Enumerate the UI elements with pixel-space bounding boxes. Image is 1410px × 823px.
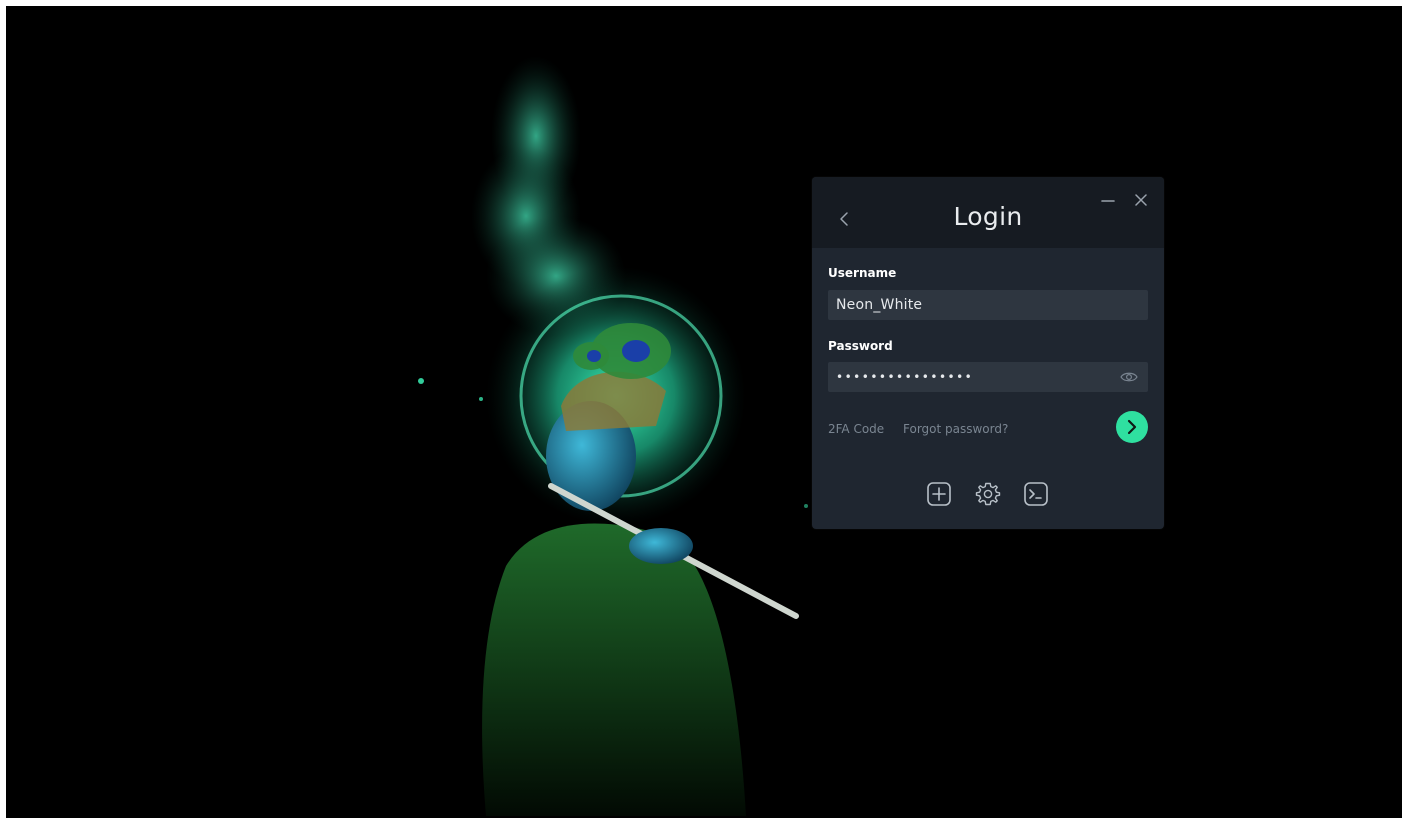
terminal-icon <box>1024 482 1048 506</box>
password-field[interactable] <box>828 362 1148 392</box>
background-artwork <box>366 46 826 816</box>
desktop-background: Login Username Password <box>6 6 1402 818</box>
add-account-button[interactable] <box>926 481 952 507</box>
eye-icon <box>1120 372 1138 382</box>
settings-button[interactable] <box>975 481 1001 507</box>
submit-button[interactable] <box>1116 411 1148 443</box>
close-button[interactable] <box>1133 192 1149 208</box>
password-input[interactable] <box>836 370 1116 384</box>
show-password-button[interactable] <box>1120 370 1138 384</box>
minimize-icon <box>1101 200 1115 202</box>
plus-square-icon <box>927 482 951 506</box>
gear-icon <box>975 482 1001 506</box>
minimize-button[interactable] <box>1101 194 1115 208</box>
username-label: Username <box>828 266 897 280</box>
close-icon <box>1135 194 1147 206</box>
login-panel: Login Username Password <box>812 177 1164 529</box>
username-field[interactable] <box>828 290 1148 320</box>
chevron-right-icon <box>1127 419 1137 435</box>
username-input[interactable] <box>836 297 1116 313</box>
forgot-password-link[interactable]: Forgot password? <box>903 422 1008 436</box>
password-label: Password <box>828 339 893 353</box>
twofa-link[interactable]: 2FA Code <box>828 422 884 436</box>
console-button[interactable] <box>1023 481 1049 507</box>
